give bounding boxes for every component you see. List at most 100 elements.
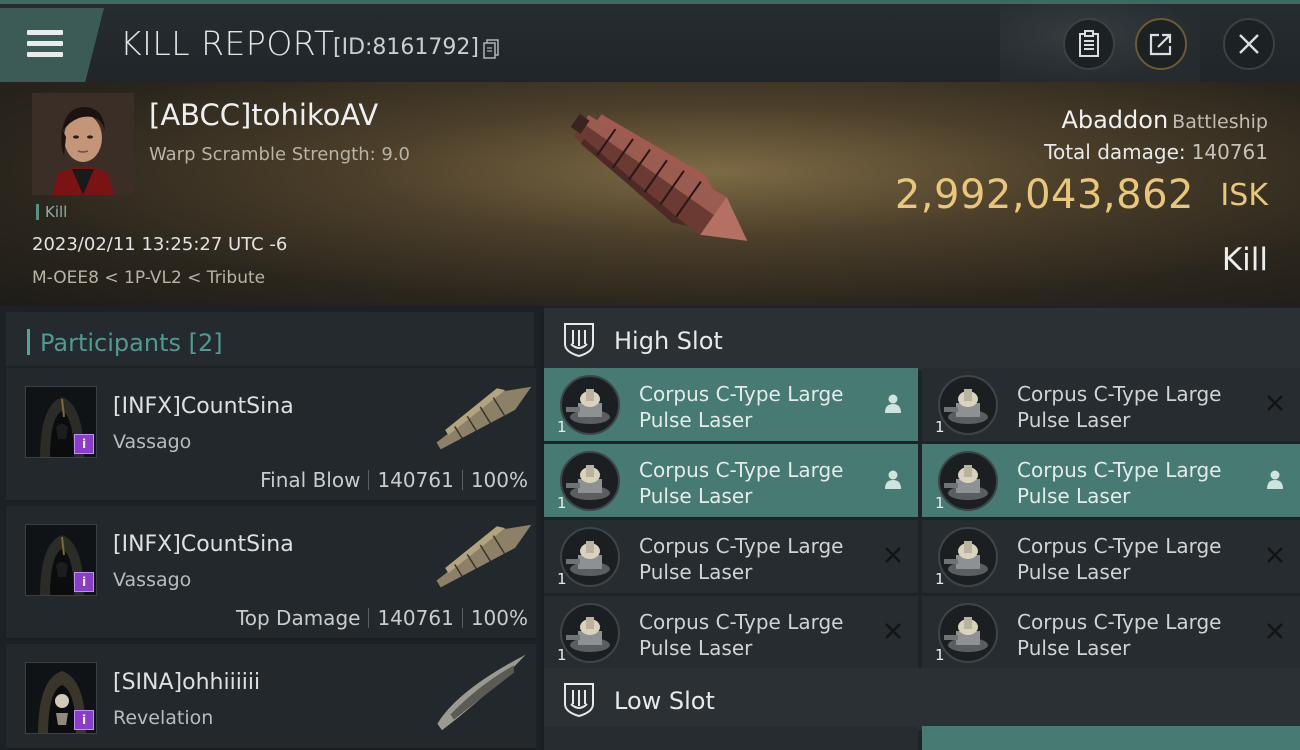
low-slot-icon xyxy=(564,683,594,718)
pulse-laser-icon xyxy=(558,449,622,513)
module-quantity: 1 xyxy=(935,570,945,588)
participant-percent: 100% xyxy=(470,606,528,630)
warp-scramble-strength: Warp Scramble Strength: 9.0 xyxy=(149,144,411,165)
isk-unit: ISK xyxy=(1220,178,1268,213)
module-name-line1: Corpus C-Type Large xyxy=(639,458,844,482)
participant-row[interactable]: i [INFX]CountSina Vassago Final Blow 1407… xyxy=(6,368,536,502)
module-card[interactable]: 1 Corpus C-Type Large Pulse Laser xyxy=(922,520,1300,593)
share-button[interactable] xyxy=(1135,18,1187,70)
low-slot-module-partial[interactable] xyxy=(544,726,918,750)
destroyed-x-icon xyxy=(1264,544,1286,566)
module-card[interactable]: 1 Corpus C-Type Large Pulse Laser xyxy=(544,520,918,593)
total-damage-value: 140761 xyxy=(1191,140,1268,164)
faction-badge: i xyxy=(74,710,94,730)
participants-panel: Participants [2] i [INFX]CountSina Vassa… xyxy=(0,306,540,750)
module-name: Corpus C-Type Large Pulse Laser xyxy=(1017,457,1237,509)
module-name-line2: Pulse Laser xyxy=(1017,636,1131,660)
module-name-line2: Pulse Laser xyxy=(1017,408,1131,432)
module-quantity: 1 xyxy=(557,646,567,664)
module-name: Corpus C-Type Large Pulse Laser xyxy=(639,609,859,661)
pulse-laser-icon xyxy=(558,601,622,665)
participants-label: Participants [2] xyxy=(40,329,223,357)
high-slot-icon xyxy=(564,323,594,358)
module-name-line2: Pulse Laser xyxy=(1017,484,1131,508)
participant-row[interactable]: i [INFX]CountSina Vassago Top Damage 1407… xyxy=(6,506,536,640)
kill-timestamp: 2023/02/11 13:25:27 UTC -6 xyxy=(32,234,288,255)
module-name-line2: Pulse Laser xyxy=(1017,560,1131,584)
participant-name[interactable]: [INFX]CountSina xyxy=(113,532,294,557)
module-name-line1: Corpus C-Type Large xyxy=(1017,382,1222,406)
module-name-line1: Corpus C-Type Large xyxy=(1017,458,1222,482)
module-card[interactable]: 1 Corpus C-Type Large Pulse Laser xyxy=(544,596,918,669)
copy-icon[interactable] xyxy=(483,39,499,59)
participant-row[interactable]: i [SINA]ohhiiiiii Revelation xyxy=(6,644,536,750)
low-slot-module-partial[interactable] xyxy=(922,726,1300,750)
module-name: Corpus C-Type Large Pulse Laser xyxy=(1017,609,1237,661)
module-card[interactable]: 1 Corpus C-Type Large Pulse Laser xyxy=(544,444,918,517)
participant-ship-image xyxy=(436,524,532,588)
module-card[interactable]: 1 Corpus C-Type Large Pulse Laser xyxy=(922,368,1300,441)
module-name-line1: Corpus C-Type Large xyxy=(639,382,844,406)
participant-role: Final Blow xyxy=(260,468,361,492)
dropped-person-icon xyxy=(882,392,904,414)
divider xyxy=(461,608,463,628)
close-icon xyxy=(1239,34,1259,54)
module-name: Corpus C-Type Large Pulse Laser xyxy=(639,533,859,585)
close-button[interactable] xyxy=(1223,18,1275,70)
victim-name[interactable]: [ABCC]tohikoAV xyxy=(149,98,378,132)
divider xyxy=(368,608,370,628)
divider xyxy=(368,470,370,490)
module-card[interactable]: 1 Corpus C-Type Large Pulse Laser xyxy=(922,596,1300,669)
low-slot-header[interactable]: Low Slot xyxy=(544,668,1300,730)
destroyed-x-icon xyxy=(882,620,904,642)
module-name-line1: Corpus C-Type Large xyxy=(1017,534,1222,558)
faction-badge: i xyxy=(74,434,94,454)
low-slot-label: Low Slot xyxy=(614,687,715,715)
destroyed-x-icon xyxy=(1264,620,1286,642)
participant-ship: Revelation xyxy=(113,707,214,729)
participants-header[interactable]: Participants [2] xyxy=(6,312,534,366)
kill-tag: Kill xyxy=(36,204,67,220)
pulse-laser-icon xyxy=(936,525,1000,589)
ship-class: Battleship xyxy=(1172,111,1268,133)
pulse-laser-icon xyxy=(936,449,1000,513)
module-name-line2: Pulse Laser xyxy=(639,408,753,432)
clipboard-icon xyxy=(1079,30,1099,57)
module-name: Corpus C-Type Large Pulse Laser xyxy=(1017,381,1237,433)
module-quantity: 1 xyxy=(935,418,945,436)
module-card[interactable]: 1 Corpus C-Type Large Pulse Laser xyxy=(922,444,1300,517)
result-label: Kill xyxy=(1221,242,1268,278)
module-quantity: 1 xyxy=(935,646,945,664)
participant-ship-image xyxy=(436,386,532,450)
module-name: Corpus C-Type Large Pulse Laser xyxy=(1017,533,1237,585)
high-slot-header[interactable]: High Slot xyxy=(544,308,1300,370)
menu-button[interactable] xyxy=(0,8,104,82)
victim-portrait[interactable] xyxy=(32,93,134,195)
kill-location[interactable]: M-OEE8 < 1P-VL2 < Tribute xyxy=(32,268,265,288)
module-card[interactable]: 1 Corpus C-Type Large Pulse Laser xyxy=(544,368,918,441)
menu-icon-bar xyxy=(27,52,63,57)
participant-percent: 100% xyxy=(470,468,528,492)
divider xyxy=(461,470,463,490)
module-quantity: 1 xyxy=(935,494,945,512)
menu-icon xyxy=(27,30,63,35)
victim-avatar xyxy=(32,93,134,195)
victim-ship-name[interactable]: Abaddon Battleship xyxy=(1061,106,1268,134)
isk-value: 2,992,043,862 xyxy=(894,172,1194,218)
ship-name-text: Abaddon xyxy=(1061,106,1169,134)
module-name-line1: Corpus C-Type Large xyxy=(1017,610,1222,634)
top-bar: KILL REPORT [ID:8161792] xyxy=(0,0,1300,82)
victim-banner: [ABCC]tohikoAV Warp Scramble Strength: 9… xyxy=(0,82,1300,306)
dropped-person-icon xyxy=(1264,468,1286,490)
participant-role: Top Damage xyxy=(235,606,361,630)
high-slot-label: High Slot xyxy=(614,327,723,355)
participant-stats: Top Damage 140761 100% xyxy=(236,606,528,630)
participant-damage: 140761 xyxy=(377,468,454,492)
participant-name[interactable]: [SINA]ohhiiiiii xyxy=(113,670,260,695)
destroyed-x-icon xyxy=(882,544,904,566)
victim-ship-image[interactable] xyxy=(540,96,770,276)
module-name-line2: Pulse Laser xyxy=(639,636,753,660)
module-name: Corpus C-Type Large Pulse Laser xyxy=(639,457,859,509)
participant-name[interactable]: [INFX]CountSina xyxy=(113,394,294,419)
clipboard-button[interactable] xyxy=(1063,18,1115,70)
